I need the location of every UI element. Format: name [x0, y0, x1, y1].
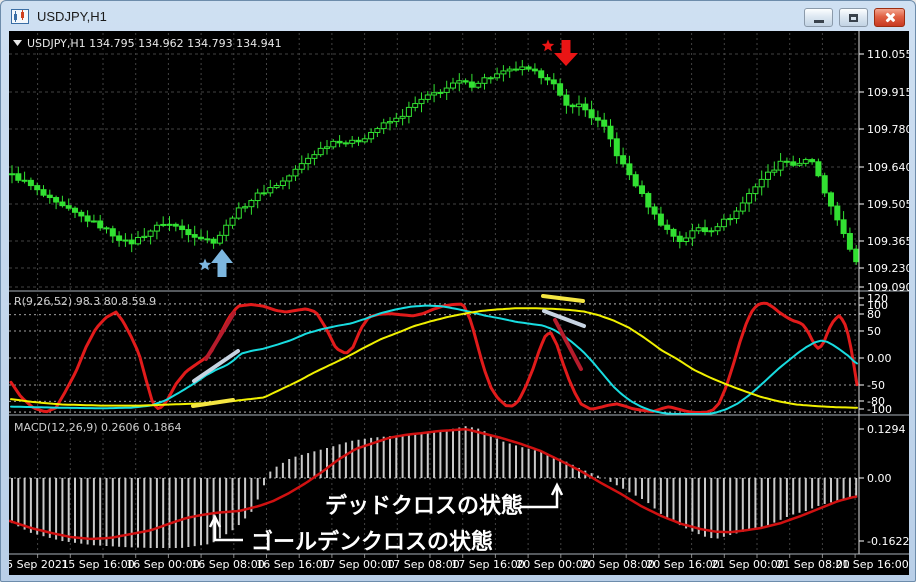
axis-label: 109.505 — [867, 198, 909, 211]
dead-cross-label: デッドクロスの状態 — [325, 493, 523, 518]
macd-header: MACD(12,26,9) 0.2606 0.1864 — [14, 421, 182, 434]
time-label: 16 Sep 00:00 — [126, 558, 199, 571]
axis-label: -50 — [867, 379, 885, 392]
time-label: 15 Sep 2021 — [9, 558, 69, 571]
close-icon — [884, 12, 895, 23]
axis-label: 80 — [867, 308, 881, 321]
time-axis: 15 Sep 202115 Sep 16:0016 Sep 00:0016 Se… — [9, 558, 909, 571]
title-bar[interactable]: USDJPY,H1 — [1, 1, 915, 31]
axis-label: -0.1622 — [867, 535, 909, 548]
chart-canvas[interactable]: デッドクロスの状態ゴールデンクロスの状態 110.055 109.915 109.78… — [9, 31, 909, 575]
axis-label: 109.230 — [867, 262, 909, 275]
mt4-chart-window: USDJPY,H1 デッドクロスの状態ゴールデンクロスの状態 110.055 109… — [0, 0, 916, 582]
chart-client-area: デッドクロスの状態ゴールデンクロスの状態 110.055 109.915 109.78… — [9, 31, 909, 575]
restore-icon — [849, 13, 858, 22]
close-button[interactable] — [874, 8, 905, 27]
restore-button[interactable] — [839, 8, 868, 27]
time-label: 20 Sep 16:00 — [646, 558, 719, 571]
axis-label: 0.1294 — [867, 423, 906, 436]
axis-label: 0.00 — [867, 472, 892, 485]
minimize-icon — [813, 19, 824, 23]
time-label: 15 Sep 16:00 — [61, 558, 134, 571]
time-label: 21 Sep 16:00 — [835, 558, 908, 571]
axis-label: 50 — [867, 325, 881, 338]
axis-label: 0.00 — [867, 352, 892, 365]
time-label: 20 Sep 00:00 — [516, 558, 589, 571]
time-label: 17 Sep 00:00 — [321, 558, 394, 571]
axis-label: -100 — [867, 403, 892, 416]
rci-header: R(9,26,52) 98.3 80.8 59.9 — [14, 295, 156, 308]
axis-label: 109.640 — [867, 161, 909, 174]
time-label: 17 Sep 08:00 — [386, 558, 459, 571]
minimize-button[interactable] — [804, 8, 833, 27]
axis-label: 109.915 — [867, 86, 909, 99]
window-title: USDJPY,H1 — [37, 8, 107, 24]
axis-label: 109.780 — [867, 123, 909, 136]
golden-cross-label: ゴールデンクロスの状態 — [251, 529, 493, 554]
axis-label: 109.365 — [867, 235, 909, 248]
time-label: 16 Sep 08:00 — [191, 558, 264, 571]
candlestick-chart-icon — [11, 8, 29, 24]
axis-label: 110.055 — [867, 48, 909, 61]
time-label: 21 Sep 00:00 — [711, 558, 784, 571]
time-label: 16 Sep 16:00 — [256, 558, 329, 571]
ohlc-header: USDJPY,H1 134.795 134.962 134.793 134.94… — [27, 37, 282, 50]
time-label: 20 Sep 08:00 — [581, 558, 654, 571]
time-label: 17 Sep 16:00 — [451, 558, 524, 571]
